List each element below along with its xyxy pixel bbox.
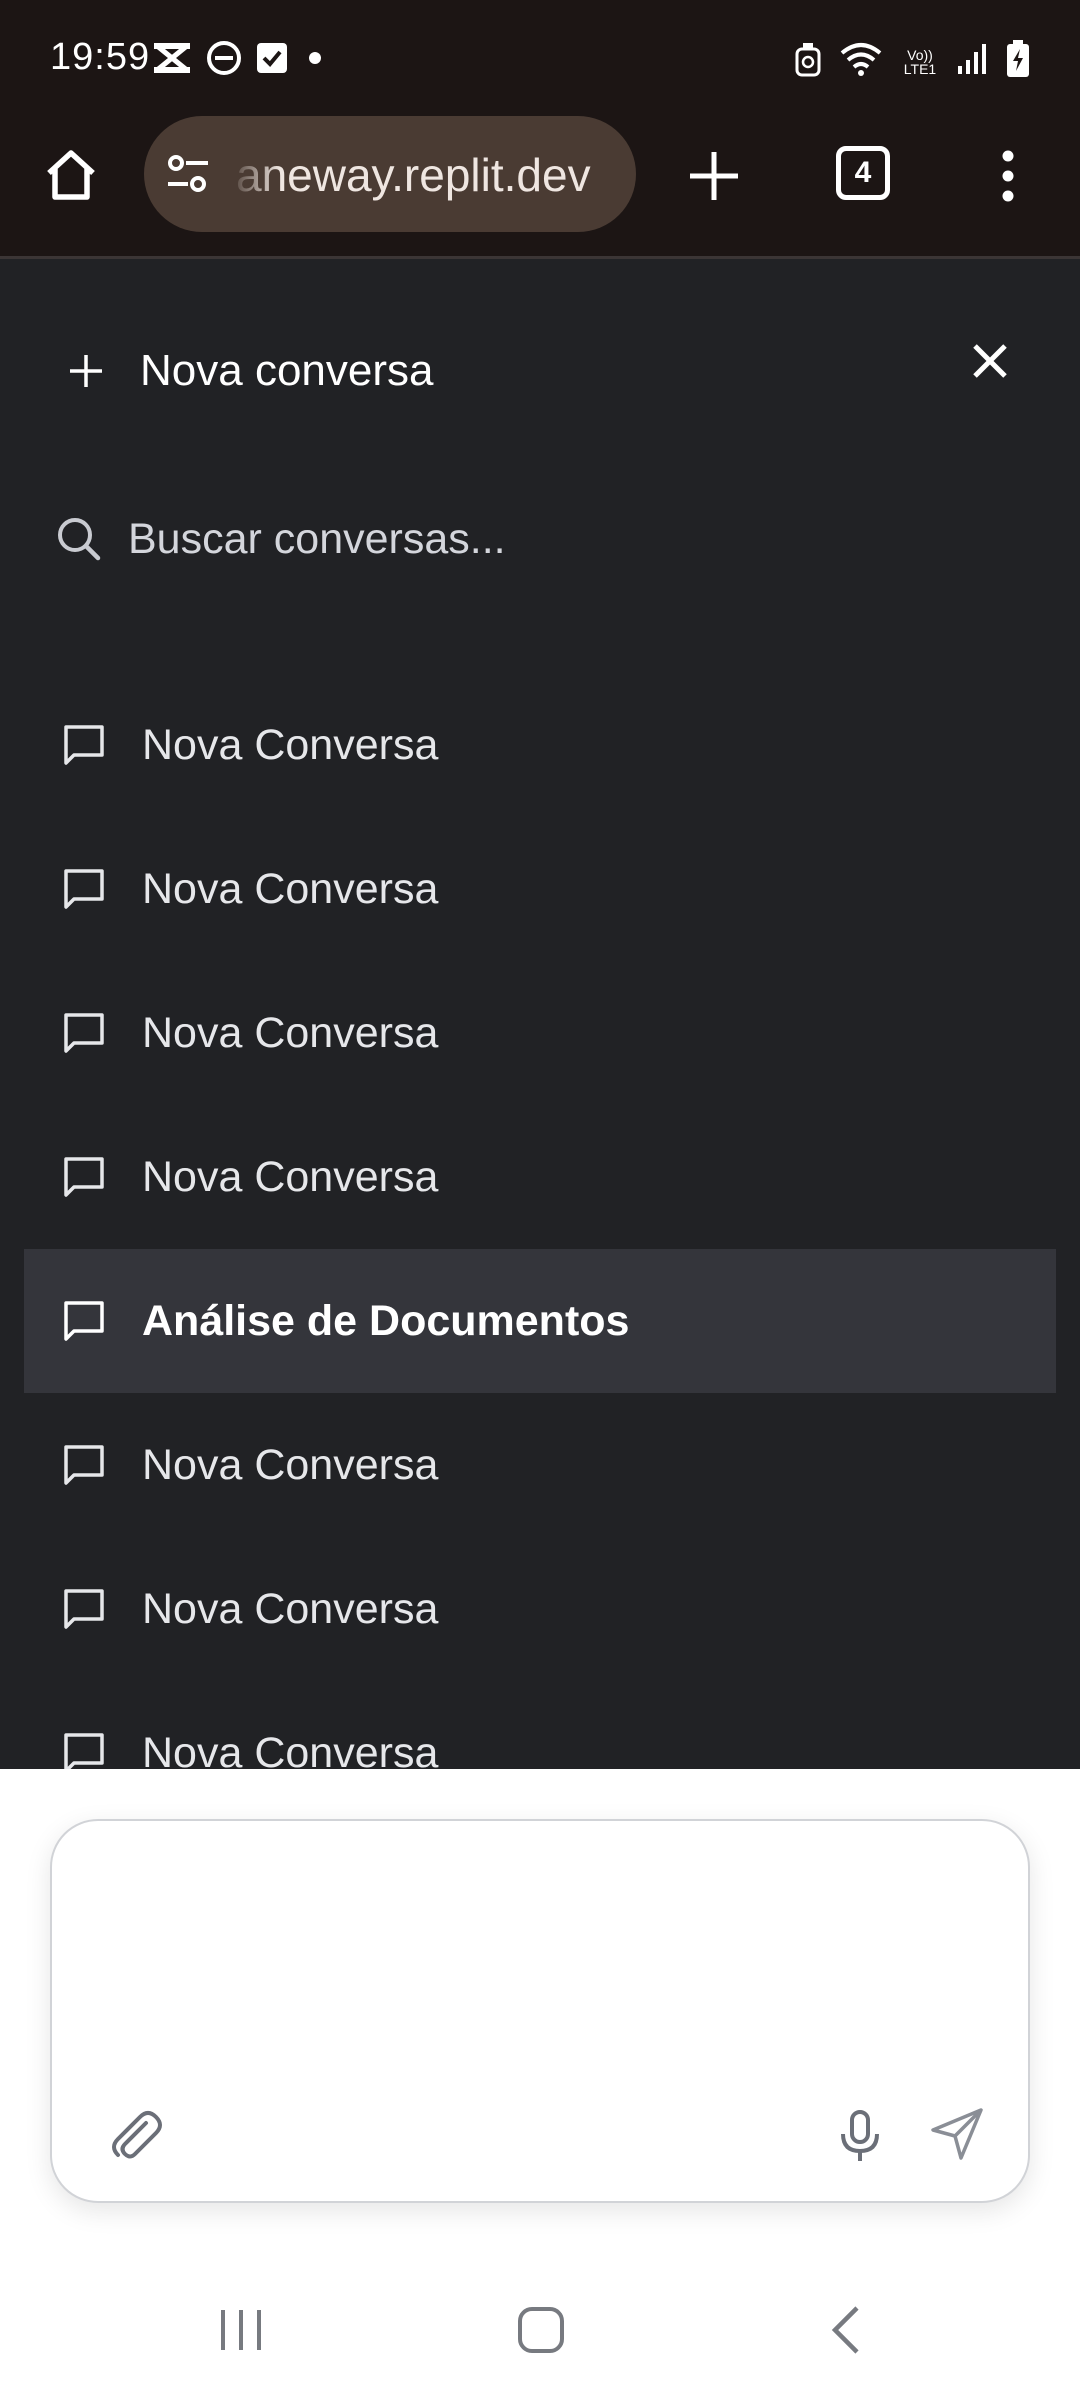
url-fade: [230, 116, 280, 232]
search-conversations-input[interactable]: [128, 499, 1016, 579]
conversation-item[interactable]: Nova Conversa: [24, 961, 1056, 1105]
site-settings-icon[interactable]: [164, 152, 212, 201]
new-conversation-label: Nova conversa: [140, 346, 434, 395]
chat-bubble-icon: [64, 1157, 104, 1197]
chat-bubble-icon: [64, 1013, 104, 1053]
status-notification-icons: [152, 40, 328, 81]
home-icon: [47, 150, 95, 200]
conversation-title: Nova Conversa: [142, 1440, 439, 1489]
conversation-title: Nova Conversa: [142, 720, 439, 769]
status-system-icons: Vo)) LTE1: [794, 40, 1030, 83]
microphone-icon: [841, 2110, 879, 2161]
message-composer: [50, 1819, 1030, 2203]
wifi-icon: [838, 41, 884, 82]
search-icon: [58, 518, 101, 561]
close-sidebar-button[interactable]: [960, 331, 1020, 391]
conversation-title: Análise de Documentos: [142, 1296, 630, 1345]
check-icon: [256, 42, 288, 79]
attach-file-button[interactable]: [100, 2101, 170, 2171]
recent-apps-button[interactable]: [196, 2295, 286, 2365]
conversation-item[interactable]: Nova Conversa: [24, 817, 1056, 961]
battery-icon: [1006, 40, 1030, 83]
more-vert-icon: [1002, 150, 1014, 202]
plus-icon: [70, 355, 102, 387]
recents-icon: [221, 2310, 261, 2350]
chat-bubble-icon: [64, 1301, 104, 1341]
volte-icon: Vo)) LTE1: [903, 46, 937, 77]
conversation-item-active[interactable]: Análise de Documentos: [24, 1249, 1056, 1393]
conversation-item[interactable]: Nova Conversa: [24, 673, 1056, 817]
browser-menu-button[interactable]: [978, 140, 1038, 212]
sidebar-header: Nova conversa: [0, 259, 1080, 459]
new-conversation-button[interactable]: Nova conversa: [68, 321, 433, 421]
plus-icon: [690, 152, 738, 200]
conversation-title: Nova Conversa: [142, 1584, 439, 1633]
alarm-icon: [794, 41, 822, 82]
status-bar: 19:59 Vo)) LTE1: [0, 0, 1080, 116]
chat-bubble-icon: [64, 725, 104, 765]
capcut-icon: [152, 41, 192, 80]
browser-home-button[interactable]: [36, 140, 106, 210]
chat-bubble-icon: [64, 1445, 104, 1485]
back-chevron-icon: [831, 2306, 859, 2354]
conversation-title: Nova Conversa: [142, 1152, 439, 1201]
paperclip-icon: [112, 2111, 162, 2159]
dot-icon: [302, 45, 328, 76]
dnd-icon: [206, 40, 242, 81]
new-tab-button[interactable]: [678, 140, 750, 212]
url-text: aneway.replit.dev: [236, 149, 591, 201]
status-time: 19:59: [50, 36, 151, 78]
conversation-item[interactable]: Nova Conversa: [24, 1105, 1056, 1249]
conversation-list: Nova Conversa Nova Conversa Nova Convers…: [24, 673, 1056, 1825]
chat-bubble-icon: [64, 1589, 104, 1629]
conversation-sidebar: Nova conversa Nova Conversa Nova Convers…: [0, 259, 1080, 1777]
system-back-button[interactable]: [800, 2295, 890, 2365]
conversation-search: [56, 489, 1016, 589]
home-square-icon: [518, 2307, 564, 2353]
send-message-button[interactable]: [922, 2099, 992, 2169]
chat-bubble-icon: [64, 869, 104, 909]
conversation-item[interactable]: Nova Conversa: [24, 1393, 1056, 1537]
message-input[interactable]: [92, 1851, 986, 2055]
signal-icon: [956, 42, 990, 81]
browser-toolbar: aneway.replit.dev 4: [0, 116, 1080, 259]
address-bar[interactable]: aneway.replit.dev: [144, 116, 636, 232]
close-icon: [973, 344, 1007, 378]
conversation-title: Nova Conversa: [142, 864, 439, 913]
voice-input-button[interactable]: [828, 2101, 892, 2171]
send-icon: [931, 2108, 983, 2160]
conversation-item[interactable]: Nova Conversa: [24, 1537, 1056, 1681]
system-navigation-bar: [0, 2255, 1080, 2400]
conversation-title: Nova Conversa: [142, 1008, 439, 1057]
composer-area: [0, 1769, 1080, 2255]
tab-switcher-button[interactable]: 4: [836, 146, 890, 200]
system-home-button[interactable]: [496, 2295, 586, 2365]
